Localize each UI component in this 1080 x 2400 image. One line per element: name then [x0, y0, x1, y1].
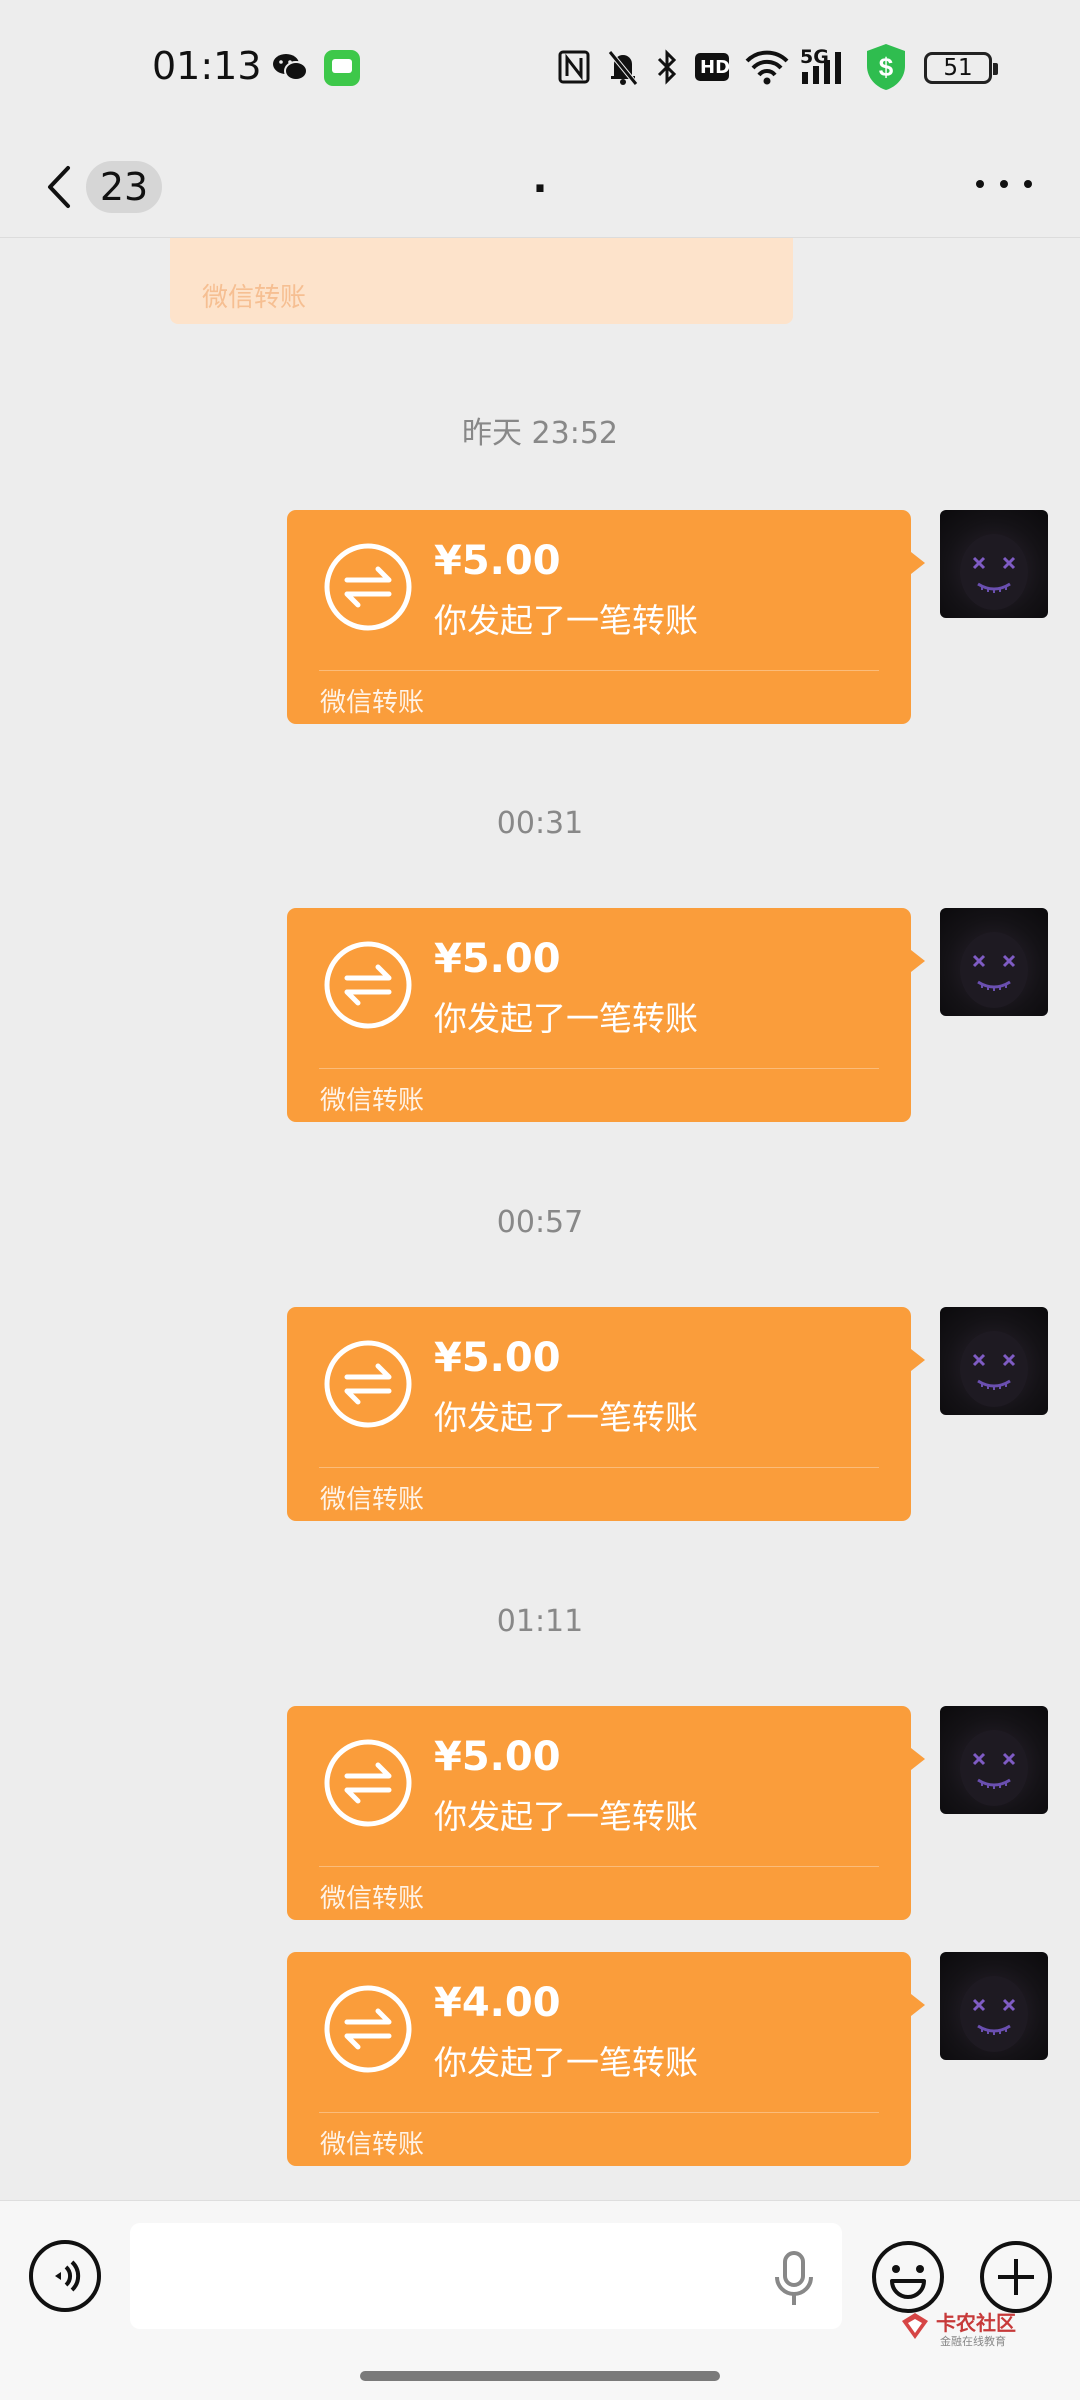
- transfer-card[interactable]: ¥5.00 你发起了一笔转账微信转账: [287, 510, 925, 724]
- transfer-amount: ¥5.00: [434, 1335, 561, 1381]
- plus-button[interactable]: [978, 2239, 1054, 2315]
- transfer-arrows-icon: [323, 940, 413, 1030]
- hd-label: HD: [700, 57, 731, 78]
- transfer-card-partial[interactable]: 微信转账: [170, 238, 793, 324]
- battery-indicator: 51: [924, 52, 998, 84]
- transfer-description: 你发起了一笔转账: [434, 999, 698, 1038]
- message-list[interactable]: 微信转账 昨天 23:52 ¥5.00 你发起了一笔转账 微信转账 00:31 ¥5.00…: [0, 238, 1080, 2200]
- more-options-button[interactable]: [964, 154, 1044, 214]
- wechat-notification-icon: [273, 54, 308, 81]
- card-footer-label: 微信转账: [320, 1485, 425, 1515]
- voice-mode-button[interactable]: [28, 2239, 102, 2313]
- card-divider: [319, 670, 879, 671]
- emoji-button[interactable]: [870, 2239, 946, 2315]
- transfer-arrows-icon: [323, 1984, 413, 2074]
- transfer-description: 你发起了一笔转账: [434, 1398, 698, 1437]
- bluetooth-icon: [657, 49, 677, 85]
- transfer-card[interactable]: ¥5.00 你发起了一笔转账微信转账: [287, 1706, 925, 1920]
- home-indicator[interactable]: [360, 2371, 720, 2381]
- cellular-signal-icon: [802, 52, 841, 84]
- transfer-arrows-icon: [323, 542, 413, 632]
- card-footer-label: 微信转账: [320, 688, 425, 718]
- svg-text:$: $: [879, 52, 894, 82]
- user-avatar[interactable]: [940, 1952, 1048, 2060]
- card-footer-label: 微信转账: [320, 2130, 425, 2160]
- transfer-arrows-icon: [323, 1738, 413, 1828]
- mute-icon: [608, 50, 638, 86]
- wifi-icon: [745, 50, 789, 85]
- transfer-card[interactable]: ¥4.00 你发起了一笔转账微信转账: [287, 1952, 925, 2166]
- card-footer-label: 微信转账: [320, 1086, 425, 1116]
- chevron-left-icon: [48, 166, 70, 208]
- message-input[interactable]: [130, 2223, 842, 2329]
- messages-notification-icon: [324, 50, 360, 86]
- transfer-card[interactable]: ¥5.00 你发起了一笔转账微信转账: [287, 908, 925, 1122]
- card-divider: [319, 1866, 879, 1867]
- microphone-icon[interactable]: [768, 2249, 820, 2309]
- card-divider: [319, 1068, 879, 1069]
- card-divider: [319, 2112, 879, 2113]
- watermark-subtitle: 金融在线教育: [940, 2335, 1006, 2348]
- status-bar: 01:13 HD 5G $ 51: [0, 0, 1080, 130]
- back-button[interactable]: 23: [36, 146, 176, 222]
- input-bar: 卡农社区 金融在线教育: [0, 2200, 1080, 2400]
- nfc-icon: [558, 50, 590, 84]
- transfer-card[interactable]: ¥5.00 你发起了一笔转账微信转账: [287, 1307, 925, 1521]
- security-shield-icon: $: [867, 44, 905, 90]
- transfer-description: 你发起了一笔转账: [434, 2043, 698, 2082]
- card-divider: [319, 1467, 879, 1468]
- message-timestamp: 00:57: [496, 1205, 584, 1240]
- status-time: 01:13: [152, 44, 262, 88]
- transfer-amount: ¥5.00: [434, 936, 561, 982]
- unread-count-badge: 23: [86, 161, 162, 213]
- user-avatar[interactable]: [940, 510, 1048, 618]
- card-footer-label: 微信转账: [320, 1884, 425, 1914]
- transfer-amount: ¥5.00: [434, 538, 561, 584]
- card-footer-label: 微信转账: [202, 283, 307, 313]
- user-avatar[interactable]: [940, 1307, 1048, 1415]
- transfer-amount: ¥4.00: [434, 1980, 561, 2026]
- watermark-title: 卡农社区: [936, 2311, 1016, 2335]
- watermark-logo-icon: [902, 2313, 928, 2339]
- transfer-description: 你发起了一笔转账: [434, 1797, 698, 1836]
- message-timestamp: 00:31: [496, 806, 584, 841]
- chat-title: .: [532, 156, 548, 202]
- transfer-arrows-icon: [323, 1339, 413, 1429]
- wechat-chat-screen: 01:13 HD 5G $ 51 23 . 微信转账 昨天 23:52 ¥5.0…: [0, 0, 1080, 2400]
- watermark: 卡农社区 金融在线教育: [900, 2309, 1040, 2349]
- user-avatar[interactable]: [940, 1706, 1048, 1814]
- transfer-description: 你发起了一笔转账: [434, 601, 698, 640]
- message-timestamp: 01:11: [496, 1604, 584, 1639]
- message-timestamp: 昨天 23:52: [462, 416, 618, 451]
- transfer-amount: ¥5.00: [434, 1734, 561, 1780]
- chat-nav-bar: 23 .: [0, 130, 1080, 238]
- user-avatar[interactable]: [940, 908, 1048, 1016]
